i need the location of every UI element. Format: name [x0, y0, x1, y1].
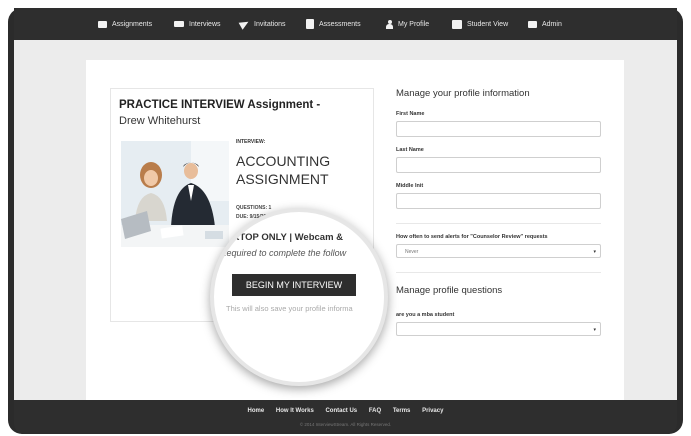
interview-label: INTERVIEW: — [236, 139, 266, 145]
briefcase-icon — [528, 20, 537, 28]
nav-my-profile[interactable]: My Profile — [386, 17, 429, 31]
footer-link-faq[interactable]: FAQ — [369, 408, 381, 414]
required-text: Required to complete the follow — [220, 248, 347, 258]
footer: Home How It Works Contact Us FAQ Terms P… — [14, 400, 677, 434]
nav-student-view[interactable]: Student View — [452, 17, 508, 31]
last-name-field[interactable] — [396, 157, 601, 173]
nav-admin[interactable]: Admin — [528, 17, 562, 31]
questions-heading: Manage profile questions — [396, 285, 503, 296]
mba-question-label: are you a mba student — [396, 312, 455, 318]
interview-name: ACCOUNTING ASSIGNMENT — [236, 152, 330, 188]
table-icon — [452, 19, 462, 29]
clipboard-icon — [306, 19, 314, 29]
nav-assignments[interactable]: Assignments — [98, 17, 152, 31]
footer-link-privacy[interactable]: Privacy — [422, 408, 443, 414]
first-name-label: First Name — [396, 111, 425, 117]
footer-links: Home How It Works Contact Us FAQ Terms P… — [14, 408, 677, 414]
nav-student-view-label: Student View — [467, 20, 509, 28]
nav-interviews-label: Interviews — [189, 20, 221, 28]
top-navigation: Assignments Interviews Invitations Asses… — [14, 8, 677, 40]
chevron-down-icon: ▾ — [593, 327, 596, 333]
middle-init-label: Middle Init — [396, 183, 424, 189]
chevron-down-icon: ▾ — [593, 249, 596, 255]
business-people-illustration — [121, 141, 229, 247]
video-camera-icon — [174, 21, 184, 27]
alerts-select[interactable]: Never ▾ — [396, 244, 601, 258]
footer-link-how-it-works[interactable]: How It Works — [276, 408, 314, 414]
nav-assignments-label: Assignments — [112, 20, 153, 28]
footer-link-home[interactable]: Home — [248, 408, 265, 414]
footer-link-terms[interactable]: Terms — [393, 408, 411, 414]
divider — [396, 272, 601, 273]
divider — [396, 223, 601, 224]
mba-question-select[interactable]: ▾ — [396, 322, 601, 336]
paper-plane-icon — [238, 18, 251, 30]
magnifier-lens: ESKTOP ONLY | Webcam & Required to compl… — [210, 208, 388, 386]
last-name-label: Last Name — [396, 147, 424, 153]
alerts-select-value: Never — [405, 249, 419, 255]
assignment-title: PRACTICE INTERVIEW Assignment - — [119, 99, 321, 111]
folder-icon — [98, 20, 107, 28]
nav-invitations[interactable]: Invitations — [238, 17, 286, 31]
nav-assessments-label: Assessments — [319, 20, 361, 28]
nav-assessments[interactable]: Assessments — [306, 17, 361, 31]
footer-link-contact-us[interactable]: Contact Us — [325, 408, 357, 414]
nav-interviews[interactable]: Interviews — [174, 17, 221, 31]
nav-my-profile-label: My Profile — [398, 20, 430, 28]
nav-invitations-label: Invitations — [254, 20, 286, 28]
middle-init-field[interactable] — [396, 193, 601, 209]
save-profile-note: This will also save your profile informa — [226, 304, 353, 313]
profile-heading: Manage your profile information — [396, 88, 530, 99]
first-name-field[interactable] — [396, 121, 601, 137]
profile-form: Manage your profile information First Na… — [396, 88, 601, 336]
interview-name-line2: ASSIGNMENT — [236, 171, 329, 187]
desktop-only-text: ESKTOP ONLY | Webcam & — [220, 232, 344, 243]
nav-admin-label: Admin — [542, 20, 562, 28]
copyright: © 2014 InterviewStream. All Rights Reser… — [299, 422, 392, 427]
interview-name-line1: ACCOUNTING — [236, 153, 331, 169]
questions-count: QUESTIONS: 1 — [236, 205, 272, 211]
user-icon — [386, 19, 393, 29]
candidate-name: Drew Whitehurst — [119, 115, 201, 127]
interview-photo — [121, 141, 229, 247]
alerts-label: How often to send alerts for "Counselor … — [396, 234, 548, 240]
begin-interview-button[interactable]: BEGIN MY INTERVIEW — [232, 274, 356, 296]
